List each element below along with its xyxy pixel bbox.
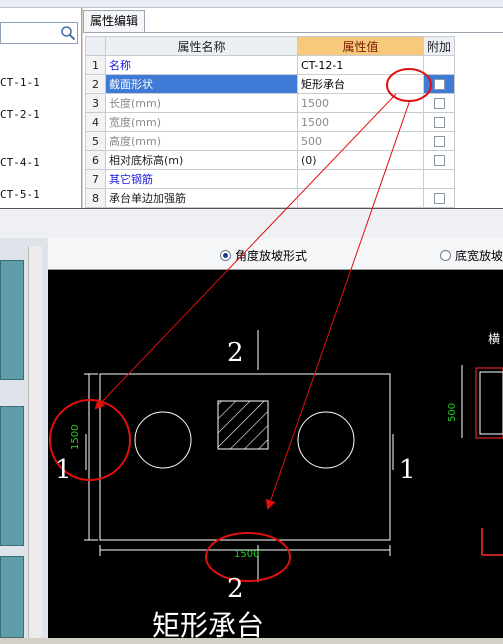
- section-mark-bottom: 2: [227, 574, 244, 604]
- dimension-width-label: 1500: [234, 549, 260, 560]
- column-hatch: [217, 400, 269, 450]
- right-section-label: 横: [488, 332, 501, 346]
- dimension-side-label: 500: [447, 402, 458, 422]
- dimension-height-label: 1500: [70, 424, 81, 450]
- pile-circle-right: [297, 411, 355, 469]
- pile-cap-outline: [99, 373, 391, 541]
- section-mark-right: 1: [399, 455, 416, 485]
- side-section-outline: [479, 371, 503, 435]
- drawing-overlay: [49, 68, 503, 582]
- pile-circle-left: [134, 411, 192, 469]
- section-mark-left: 1: [55, 455, 72, 485]
- shape-caption: 矩形承台: [152, 609, 265, 642]
- annotation-arrow-height: [94, 93, 397, 410]
- annotation-arrow-width: [265, 99, 411, 510]
- section-mark-top: 2: [227, 338, 244, 368]
